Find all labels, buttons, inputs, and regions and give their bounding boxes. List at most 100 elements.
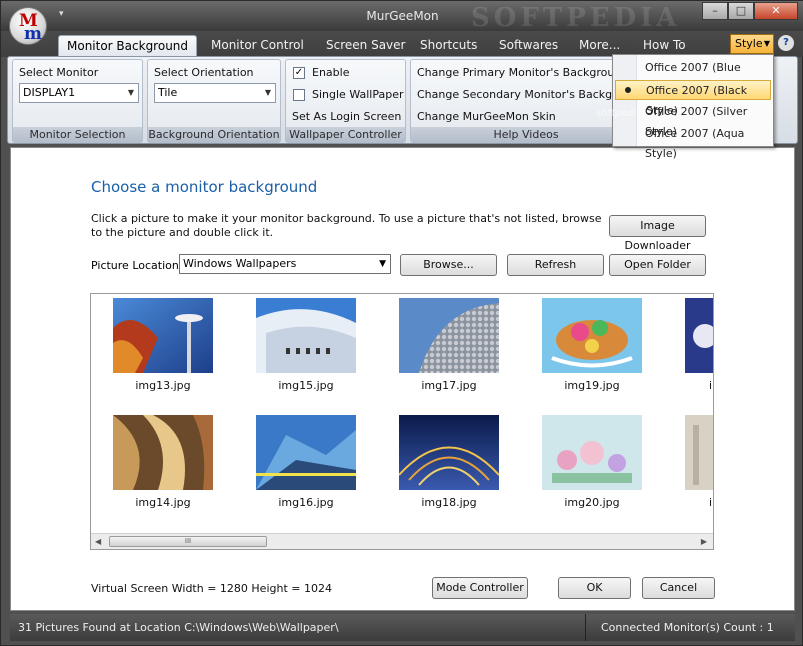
app-window: ▾ SOFTPEDIA MurGeeMon – □ ✕ M m Monitor … <box>0 0 803 646</box>
status-bar: 31 Pictures Found at Location C:\Windows… <box>10 614 795 641</box>
thumbnail[interactable]: img16.jpg <box>256 415 356 509</box>
thumbnail[interactable]: img17.jpg <box>399 298 499 392</box>
tab-shortcuts[interactable]: Shortcuts <box>412 35 485 57</box>
thumbnail-caption: img20.jpg <box>564 496 620 509</box>
monitor-select-value: DISPLAY1 <box>23 86 76 99</box>
thumbnail[interactable]: img20.jpg <box>542 415 642 509</box>
browse-button[interactable]: Browse... <box>400 254 497 276</box>
thumbnail-caption: img15.jpg <box>278 379 334 392</box>
maximize-button[interactable]: □ <box>728 2 754 20</box>
thumbnail-image <box>398 415 500 490</box>
thumbnail-image <box>113 415 213 490</box>
thumbnail-caption: img14.jpg <box>135 496 191 509</box>
thumbnail[interactable]: img19.jpg <box>542 298 642 392</box>
help-primary-background-link[interactable]: Change Primary Monitor's Background <box>417 66 628 79</box>
status-monitor-count: Connected Monitor(s) Count : 1 <box>585 614 795 641</box>
orientation-select[interactable]: Tile ▼ <box>154 83 276 103</box>
picture-location-value: Windows Wallpapers <box>183 257 297 270</box>
thumbnail-caption: img18.jpg <box>421 496 477 509</box>
thumbnail-caption: i <box>709 379 713 392</box>
scroll-right-icon[interactable]: ▶ <box>701 537 707 546</box>
thumbnail[interactable]: i <box>685 415 713 509</box>
style-menu: Office 2007 (Blue Style) Office 2007 (Bl… <box>612 54 774 160</box>
help-videos-caption: Help Videos <box>411 127 641 142</box>
virtual-screen-size-text: Virtual Screen Width = 1280 Height = 102… <box>91 582 332 595</box>
single-wallpaper-checkbox[interactable] <box>293 89 305 101</box>
thumbnail-caption: img19.jpg <box>564 379 620 392</box>
mode-controller-button[interactable]: Mode Controller <box>432 577 528 599</box>
radio-dot-icon <box>625 87 631 93</box>
image-downloader-button[interactable]: Image Downloader <box>609 215 706 252</box>
tab-softwares[interactable]: Softwares <box>491 35 566 57</box>
chevron-down-icon: ▼ <box>127 88 134 97</box>
close-button[interactable]: ✕ <box>754 2 798 20</box>
picture-location-select[interactable]: Windows Wallpapers ▼ <box>179 254 391 274</box>
thumbnail-caption: img16.jpg <box>278 496 334 509</box>
group-wallpaper-controller: ✓ Enable Single WallPaper Set As Login S… <box>285 59 406 143</box>
open-folder-button[interactable]: Open Folder <box>609 254 706 276</box>
thumbnail-image <box>542 298 642 373</box>
refresh-button[interactable]: Refresh <box>507 254 604 276</box>
thumbnail[interactable]: img15.jpg <box>256 298 356 392</box>
thumbnail[interactable]: img14.jpg <box>113 415 213 509</box>
tab-screen-saver[interactable]: Screen Saver <box>318 35 413 57</box>
help-icon[interactable]: ? <box>778 35 794 51</box>
monitor-selection-caption: Monitor Selection <box>13 127 142 142</box>
title-bar: ▾ SOFTPEDIA MurGeeMon – □ ✕ <box>1 1 803 33</box>
thumbnail[interactable]: i <box>685 298 713 392</box>
style-aqua-option[interactable]: Office 2007 (Aqua Style) <box>615 124 771 160</box>
thumbnail-caption: img17.jpg <box>421 379 477 392</box>
wallpaper-gallery: img13.jpg img15.jpg img17.jpg img19.jpg … <box>90 293 714 550</box>
page-title: Choose a monitor background <box>91 178 318 196</box>
instructions-text: Click a picture to make it your monitor … <box>91 212 602 239</box>
window-controls: – □ ✕ <box>702 2 798 20</box>
thumbnail-caption: img13.jpg <box>135 379 191 392</box>
help-secondary-background-link[interactable]: Change Secondary Monitor's Backgro <box>417 88 623 101</box>
select-monitor-label: Select Monitor <box>19 66 99 79</box>
enable-label: Enable <box>312 66 350 79</box>
picture-location-label: Picture Location: <box>91 259 183 272</box>
thumbnail[interactable]: img18.jpg <box>398 415 500 509</box>
style-black-option[interactable]: Office 2007 (Black Style) <box>615 80 771 117</box>
gallery-horizontal-scrollbar[interactable]: ◀ III ▶ <box>91 533 713 549</box>
logo-letter-m-blue: m <box>24 24 42 44</box>
thumbnail-image <box>685 298 713 373</box>
app-logo-button[interactable]: M m <box>9 7 47 45</box>
group-monitor-selection: Select Monitor DISPLAY1 ▼ Monitor Select… <box>12 59 143 143</box>
chevron-down-icon: ▼ <box>264 88 271 97</box>
thumbnail-caption: i <box>709 496 713 509</box>
minimize-button[interactable]: – <box>702 2 728 20</box>
chevron-down-icon: ▼ <box>379 259 386 269</box>
orientation-caption: Background Orientation <box>148 127 280 142</box>
style-button-label: Style <box>735 37 763 50</box>
select-orientation-label: Select Orientation <box>154 66 254 79</box>
set-login-screen-button[interactable]: Set As Login Screen <box>292 110 401 123</box>
style-dropdown-button[interactable]: Style ▼ <box>730 34 774 54</box>
menu-watermark: softpedia <box>596 108 643 119</box>
style-blue-option[interactable]: Office 2007 (Blue Style) <box>615 58 771 94</box>
help-skin-link[interactable]: Change MurGeeMon Skin <box>417 110 556 123</box>
thumbnail-image <box>256 298 356 373</box>
monitor-select[interactable]: DISPLAY1 ▼ <box>19 83 139 103</box>
chevron-down-icon: ▼ <box>763 39 770 48</box>
thumbnail[interactable]: img13.jpg <box>113 298 213 392</box>
thumbnail-image <box>399 298 499 373</box>
main-content: Choose a monitor background Click a pict… <box>10 147 795 611</box>
scroll-left-icon[interactable]: ◀ <box>95 537 101 546</box>
tab-monitor-background[interactable]: Monitor Background <box>58 35 198 57</box>
enable-checkbox[interactable]: ✓ <box>293 67 305 79</box>
wallpaper-controller-caption: Wallpaper Controller <box>286 127 405 142</box>
ok-button[interactable]: OK <box>558 577 631 599</box>
thumbnail-image <box>113 298 213 373</box>
tab-monitor-control[interactable]: Monitor Control <box>203 35 312 57</box>
group-help-videos: Change Primary Monitor's Background Chan… <box>410 59 642 143</box>
orientation-select-value: Tile <box>158 86 178 99</box>
thumbnail-image <box>685 415 713 490</box>
thumbnail-image <box>256 415 356 490</box>
window-title: MurGeeMon <box>366 9 439 23</box>
scrollbar-thumb[interactable]: III <box>109 536 267 547</box>
cancel-button[interactable]: Cancel <box>642 577 715 599</box>
thumbnail-image <box>542 415 642 490</box>
single-wallpaper-label: Single WallPaper <box>312 88 404 101</box>
group-background-orientation: Select Orientation Tile ▼ Background Ori… <box>147 59 281 143</box>
